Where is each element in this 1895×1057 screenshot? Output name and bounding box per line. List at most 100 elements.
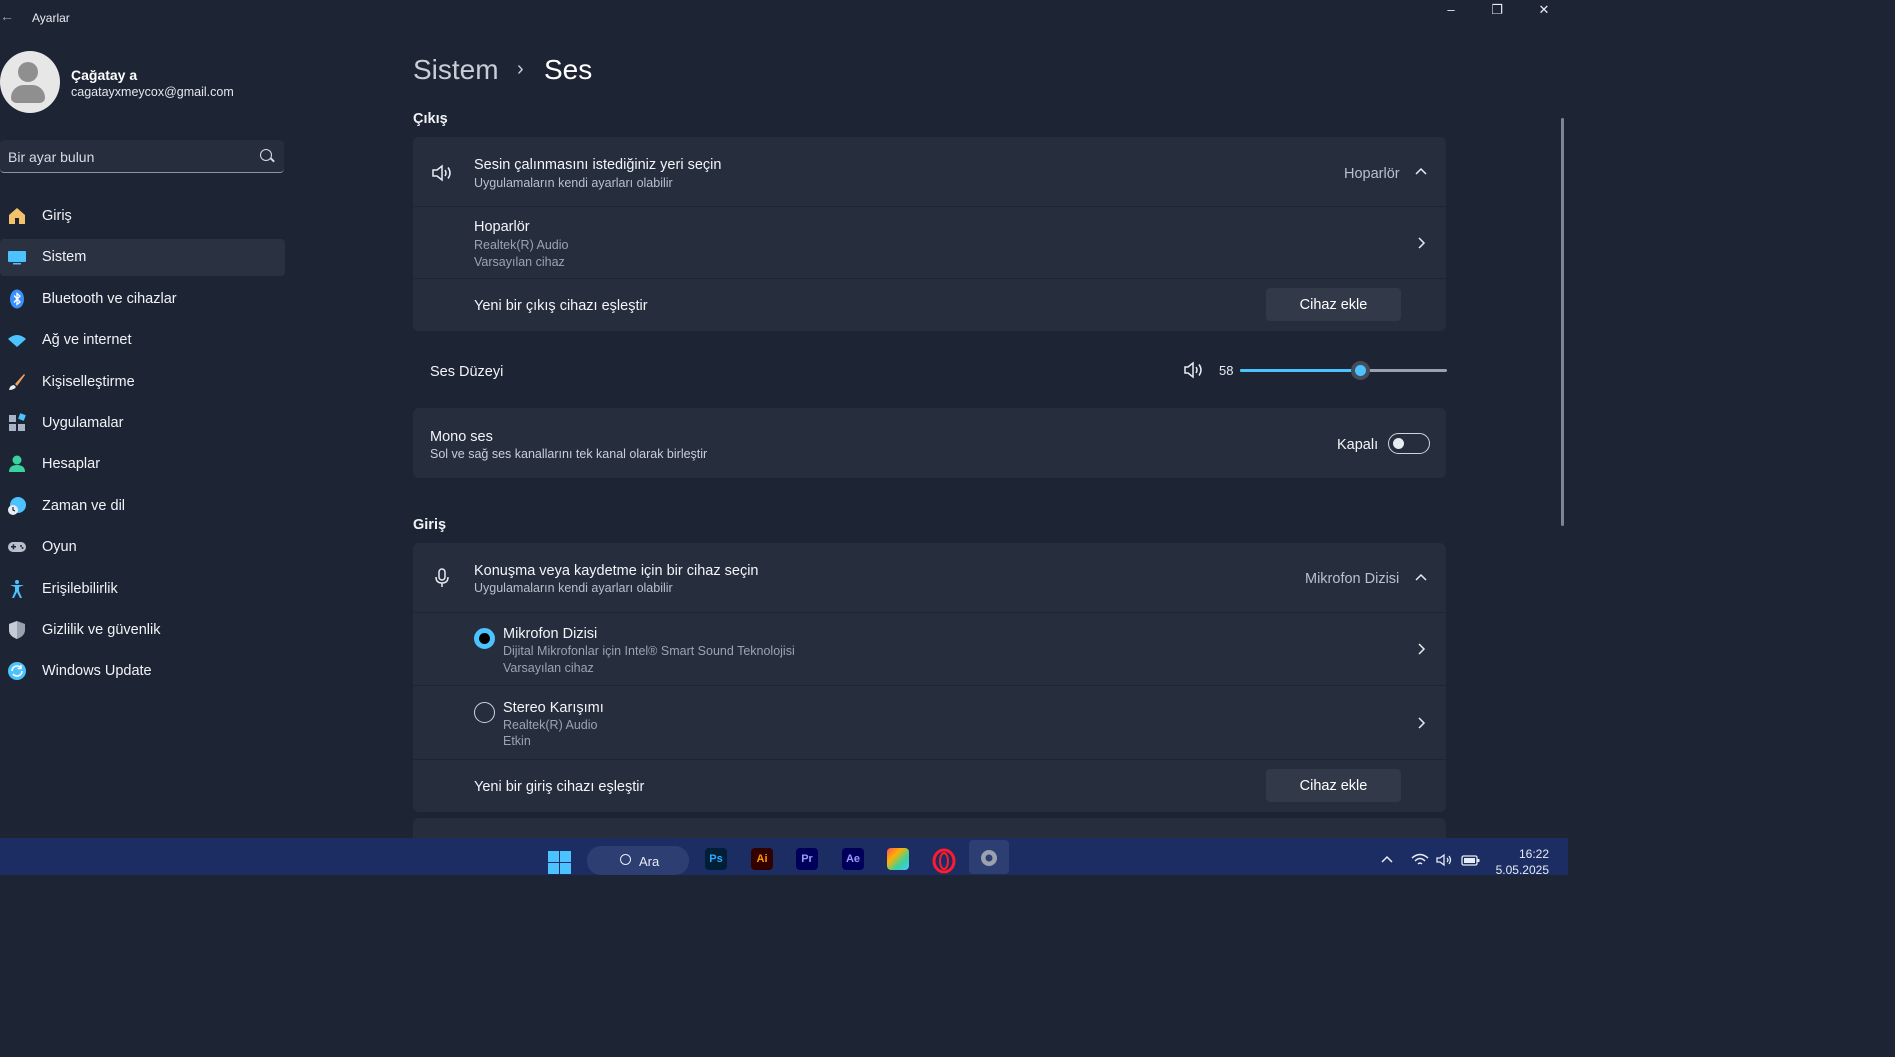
input-device-driver: Realtek(R) Audio xyxy=(503,718,598,732)
sidebar-item-label: Hesaplar xyxy=(42,456,101,472)
sidebar-item-label: Uygulamalar xyxy=(42,415,124,431)
sidebar-item-accessibility[interactable]: Erişilebilirlik xyxy=(0,571,285,608)
user-email: cagatayxmeycox@gmail.com xyxy=(71,85,234,99)
section-output-heading: Çıkış xyxy=(413,111,448,127)
gamepad-icon xyxy=(8,542,26,552)
sidebar-item-personalization[interactable]: Kişiselleştirme xyxy=(0,364,285,401)
shield-icon xyxy=(9,621,25,639)
output-device-driver: Realtek(R) Audio xyxy=(474,238,569,252)
wifi-icon xyxy=(8,335,26,347)
volume-value: 58 xyxy=(1219,363,1234,378)
scrollbar-thumb[interactable] xyxy=(1561,118,1564,526)
breadcrumb-parent[interactable]: Sistem xyxy=(413,54,499,86)
sidebar-item-bluetooth[interactable]: Bluetooth ve cihazlar xyxy=(0,281,285,318)
sidebar-item-label: Bluetooth ve cihazlar xyxy=(42,291,177,307)
search-icon[interactable] xyxy=(260,149,272,161)
wifi-icon[interactable] xyxy=(1411,853,1429,867)
taskbar: Ara Ps Ai Pr Ae 16:22 5.05.2025 xyxy=(0,838,1568,877)
add-output-device-button[interactable]: Cihaz ekle xyxy=(1266,288,1401,321)
illustrator-icon[interactable]: Ai xyxy=(751,848,773,870)
restore-button[interactable]: ❐ xyxy=(1474,0,1520,22)
output-title: Sesin çalınmasını istediğiniz yeri seçin xyxy=(474,157,722,173)
sidebar-item-label: Ağ ve internet xyxy=(42,332,132,348)
sidebar-item-network[interactable]: Ağ ve internet xyxy=(0,322,285,359)
input-device-name: Mikrofon Dizisi xyxy=(503,626,598,642)
premiere-icon[interactable]: Pr xyxy=(796,848,818,870)
divider xyxy=(413,759,1446,760)
clock-date[interactable]: 5.05.2025 xyxy=(1490,863,1549,877)
avatar[interactable] xyxy=(0,51,60,113)
settings-taskbar-button[interactable] xyxy=(969,840,1009,874)
chevron-up-icon[interactable] xyxy=(1414,166,1428,176)
input-device-driver: Dijital Mikrofonlar için Intel® Smart So… xyxy=(503,644,795,658)
chevron-up-icon[interactable] xyxy=(1414,572,1428,582)
chevron-right-icon[interactable] xyxy=(1416,716,1426,730)
apps-icon xyxy=(9,413,26,431)
sidebar-item-privacy[interactable]: Gizlilik ve güvenlik xyxy=(0,612,285,649)
user-name: Çağatay a xyxy=(71,67,138,83)
bluetooth-icon xyxy=(10,289,24,309)
app-title: Ayarlar xyxy=(32,11,70,25)
volume-slider-thumb[interactable] xyxy=(1351,361,1371,380)
sidebar-item-home[interactable]: Giriş xyxy=(0,198,285,235)
sidebar-item-label: Erişilebilirlik xyxy=(42,581,118,597)
sidebar-item-windows-update[interactable]: Windows Update xyxy=(0,653,285,690)
divider xyxy=(413,278,1446,279)
gear-icon xyxy=(981,850,997,866)
settings-search xyxy=(0,140,284,173)
input-device-status: Varsayılan cihaz xyxy=(503,661,594,675)
output-device-name: Hoparlör xyxy=(474,219,530,235)
minimize-button[interactable]: – xyxy=(1428,0,1474,22)
person-icon xyxy=(9,455,25,472)
next-card-partial xyxy=(413,818,1446,838)
sidebar-item-system[interactable]: Sistem xyxy=(0,239,285,276)
mono-audio-card xyxy=(413,408,1446,478)
sidebar-item-time-language[interactable]: Zaman ve dil xyxy=(0,488,285,525)
clock-time[interactable]: 16:22 xyxy=(1496,847,1549,861)
volume-speaker-icon[interactable] xyxy=(1183,361,1205,379)
battery-icon[interactable] xyxy=(1461,853,1481,867)
sidebar-item-label: Windows Update xyxy=(42,663,152,679)
input-device-radio[interactable] xyxy=(474,702,495,723)
volume-label: Ses Düzeyi xyxy=(430,364,504,380)
volume-slider[interactable] xyxy=(1240,361,1447,380)
input-pair-label: Yeni bir giriş cihazı eşleştir xyxy=(474,779,645,795)
mono-audio-toggle[interactable] xyxy=(1388,433,1430,454)
chevron-right-icon[interactable] xyxy=(1416,236,1426,250)
section-input-heading: Giriş xyxy=(413,517,447,533)
mono-toggle-state: Kapalı xyxy=(1337,437,1379,453)
update-icon xyxy=(8,662,26,680)
taskbar-search[interactable]: Ara xyxy=(587,846,689,875)
add-input-device-button[interactable]: Cihaz ekle xyxy=(1266,769,1401,802)
sidebar-item-label: Zaman ve dil xyxy=(42,498,126,514)
close-button[interactable]: ✕ xyxy=(1521,0,1567,22)
sidebar-item-label: Sistem xyxy=(42,249,87,265)
globe-clock-icon xyxy=(8,497,26,515)
speaker-icon[interactable] xyxy=(1436,853,1454,867)
output-subtitle: Uygulamaların kendi ayarları olabilir xyxy=(474,176,673,190)
sidebar-item-label: Oyun xyxy=(42,539,77,555)
sidebar-item-apps[interactable]: Uygulamalar xyxy=(0,405,285,442)
photoshop-icon[interactable]: Ps xyxy=(705,848,727,870)
chevron-right-icon[interactable] xyxy=(1416,642,1426,656)
sidebar-item-label: Gizlilik ve güvenlik xyxy=(42,622,161,638)
search-icon xyxy=(620,854,631,865)
mono-title: Mono ses xyxy=(430,429,493,445)
mono-subtitle: Sol ve sağ ses kanallarını tek kanal ola… xyxy=(430,447,708,461)
sidebar-item-accounts[interactable]: Hesaplar xyxy=(0,446,285,483)
opera-icon[interactable] xyxy=(931,848,957,874)
creative-cloud-icon[interactable] xyxy=(887,848,909,870)
input-device-radio[interactable] xyxy=(474,628,495,649)
output-selected-device: Hoparlör xyxy=(1344,166,1400,182)
title-bar xyxy=(0,0,1568,36)
back-arrow-icon[interactable]: ← xyxy=(0,8,14,28)
windows-start-icon[interactable] xyxy=(548,851,572,875)
chevron-up-icon[interactable] xyxy=(1380,854,1394,864)
sidebar-item-gaming[interactable]: Oyun xyxy=(0,529,285,566)
after-effects-icon[interactable]: Ae xyxy=(842,848,864,870)
search-input[interactable] xyxy=(0,140,250,173)
brush-icon xyxy=(9,374,25,390)
taskbar-search-label: Ara xyxy=(639,854,660,869)
breadcrumb-separator-icon: › xyxy=(517,58,524,80)
input-device-name: Stereo Karışımı xyxy=(503,700,604,716)
